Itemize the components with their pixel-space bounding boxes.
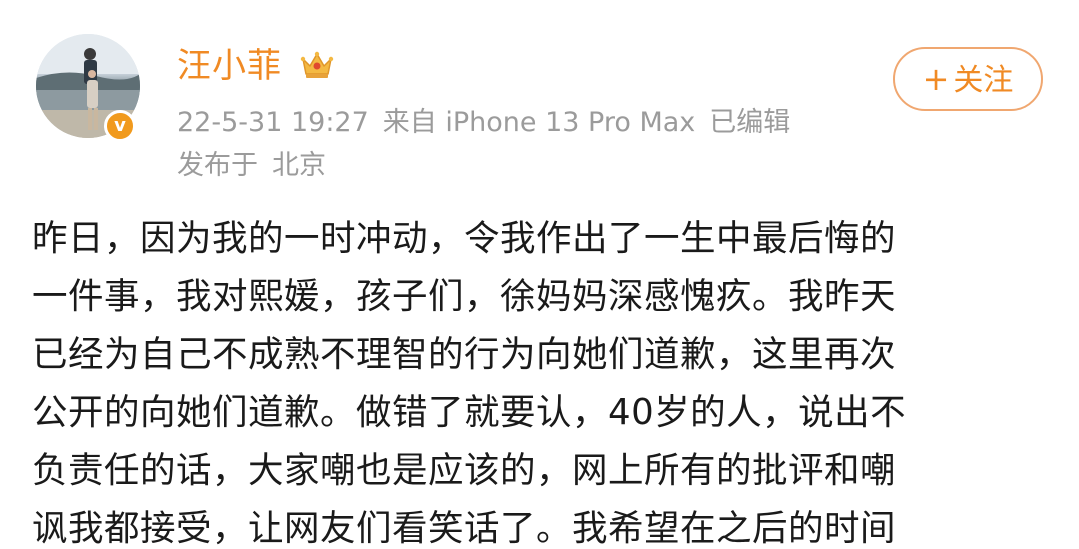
content-line: 昨日，因为我的一时冲动，令我作出了一生中最后悔的 (32, 218, 897, 259)
content-line: 公开的向她们道歉。做错了就要认，40岁的人，说出不 (32, 392, 907, 433)
post-location: 发布于 北京 (177, 148, 326, 184)
location-prefix: 发布于 (177, 150, 258, 181)
content-line: 讽我都接受，让网友们看笑话了。我希望在之后的时间 (32, 508, 897, 549)
edited-label[interactable]: 已编辑 (709, 107, 790, 138)
crown-icon (300, 51, 334, 78)
verified-badge-icon: v (104, 110, 136, 142)
follow-button[interactable]: + 关注 (893, 47, 1043, 111)
follow-button-label: 关注 (953, 63, 1014, 98)
content-line: 已经为自己不成熟不理智的行为向她们道歉，这里再次 (32, 334, 897, 375)
post-meta: 22-5-31 19:27 来自 iPhone 13 Pro Max 已编辑 (177, 105, 790, 141)
content-line: 一件事，我对熙媛，孩子们，徐妈妈深感愧疚。我昨天 (32, 276, 897, 317)
post-datetime: 22-5-31 19:27 (177, 107, 369, 138)
weibo-post: v 汪小菲 22-5-31 19:27 来自 iPhone 13 Pro Max 已… (0, 0, 1079, 549)
location-name: 北京 (272, 150, 326, 181)
post-source: 来自 iPhone 13 Pro Max (382, 107, 696, 138)
post-content: 昨日，因为我的一时冲动，令我作出了一生中最后悔的 一件事，我对熙媛，孩子们，徐妈… (32, 210, 1052, 549)
content-line: 负责任的话，大家嘲也是应该的，网上所有的批评和嘲 (32, 450, 897, 491)
plus-icon: + (922, 60, 950, 98)
username[interactable]: 汪小菲 (177, 44, 282, 88)
